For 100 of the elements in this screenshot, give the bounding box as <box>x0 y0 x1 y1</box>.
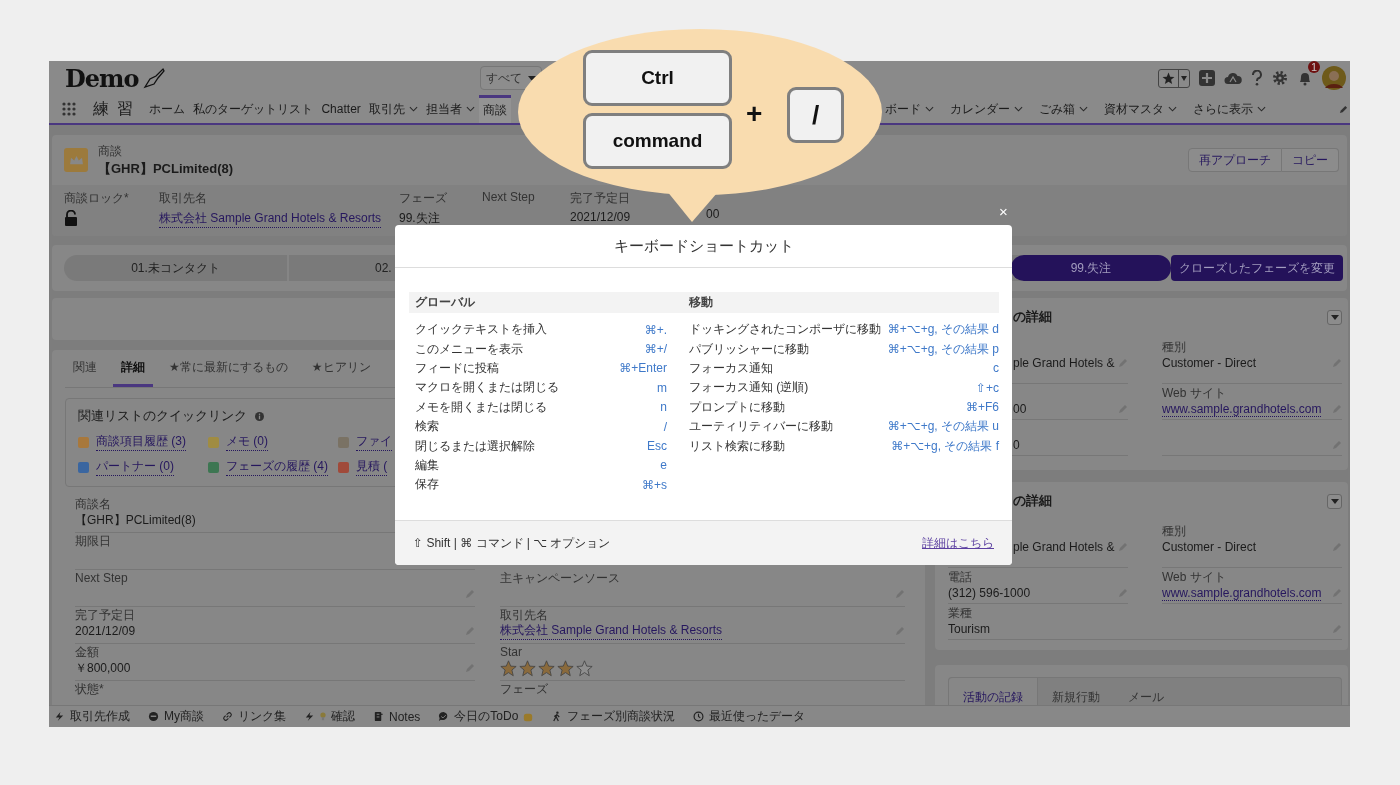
caret-icon <box>1330 498 1339 504</box>
shortcut-action: プロンプトに移動 <box>689 398 785 416</box>
nav-tab[interactable]: 商談 <box>478 95 511 123</box>
change-phase-button[interactable]: クローズしたフェーズを変更 <box>1171 255 1343 281</box>
utility-item[interactable]: 確認 <box>304 708 355 725</box>
quick-link[interactable]: パートナー (0) <box>96 458 174 476</box>
nav-tab[interactable]: 担当者 <box>421 95 479 123</box>
section-heading: グローバル <box>415 294 475 311</box>
caret-icon <box>528 75 536 81</box>
settings-icon[interactable] <box>1272 70 1288 86</box>
pencil-icon[interactable] <box>1339 104 1348 114</box>
shortcut-keys: ⌘+s <box>642 477 667 492</box>
help-icon[interactable] <box>1251 70 1263 86</box>
field-label: 状態* <box>75 682 104 696</box>
field-label: 種別 <box>1162 340 1186 354</box>
nav-tab[interactable]: 私のターゲットリスト <box>189 95 318 123</box>
nav-tab[interactable]: ごみ箱 <box>1031 95 1096 123</box>
utility-item[interactable]: 最近使ったデータ <box>693 708 806 725</box>
shortcut-keys: Esc <box>647 439 667 454</box>
crown-icon <box>64 148 88 172</box>
star-icon <box>557 659 574 677</box>
keycap-tooltip: Ctrl <box>583 50 732 106</box>
path-stage[interactable]: 01.未コンタクト <box>64 255 289 281</box>
plus-icon[interactable] <box>1199 70 1215 86</box>
star-icon <box>538 659 555 677</box>
nav-tab[interactable]: Chatter <box>317 95 365 123</box>
shortcut-action: 検索 <box>415 418 439 436</box>
close-button[interactable]: × <box>999 203 1008 221</box>
field-value: 【GHR】PCLimited(8) <box>75 511 196 529</box>
account-link[interactable]: 株式会社 Sample Grand Hotels & Resorts <box>159 210 382 228</box>
shortcut-action: フォーカス通知 (逆順) <box>689 379 809 397</box>
shortcut-keys: ⌘+⌥+g, その結果 d <box>887 321 999 339</box>
quick-link[interactable]: ファイ <box>356 433 392 451</box>
dropdown-button[interactable] <box>1327 309 1342 325</box>
shortcut-action: このメニューを表示 <box>415 340 523 358</box>
website-link[interactable]: www.sample.grandhotels.com <box>1162 585 1322 601</box>
shortcut-keys: ⇧+c <box>975 380 999 395</box>
nav-tab[interactable]: さらに表示 <box>1185 95 1274 123</box>
utility-item[interactable]: Notes <box>373 709 421 724</box>
utility-item[interactable]: 今日のToDo <box>438 708 534 725</box>
object-label: 商談 <box>98 142 123 160</box>
field-label: Next Step <box>75 571 128 585</box>
app-name: 練 習 <box>93 98 136 119</box>
utility-item[interactable]: 取引先作成 <box>54 708 130 725</box>
detail-tab[interactable]: ★ヒアリン <box>303 350 379 387</box>
nav-tab[interactable]: ボード <box>877 95 942 123</box>
nav-tab[interactable]: 取引先 <box>364 95 422 123</box>
star-icon <box>519 659 536 677</box>
field-value: ￥800,000 <box>75 659 131 677</box>
chat-icon <box>438 711 450 722</box>
plus-sign: + <box>746 98 763 130</box>
shortcut-keys: n <box>660 400 667 415</box>
path-stage[interactable]: 99.失注 <box>1011 255 1171 281</box>
app-launcher-icon[interactable] <box>62 102 76 116</box>
website-link[interactable]: www.sample.grandhotels.com <box>1162 401 1322 417</box>
bolt-icon <box>54 711 65 722</box>
utility-item[interactable]: フェーズ別商談状況 <box>551 708 676 725</box>
shortcut-action: 閉じるまたは選択解除 <box>415 437 535 455</box>
field-label: 期限日 <box>75 534 111 548</box>
notebook-icon <box>373 711 384 722</box>
shortcut-keys: ⌘+⌥+g, その結果 u <box>887 418 999 436</box>
dropdown-button[interactable] <box>1327 493 1342 509</box>
quick-link[interactable]: 商談項目履歴 (3) <box>96 433 186 451</box>
nav-tab[interactable]: 資材マスタ <box>1096 95 1185 123</box>
quick-link[interactable]: フェーズの履歴 (4) <box>226 458 328 476</box>
shortcut-keys: ⌘+/ <box>644 342 667 357</box>
activity-tab[interactable]: 活動の記録 <box>949 678 1038 705</box>
website-link[interactable]: 株式会社 Sample Grand Hotels & Resorts <box>500 622 723 640</box>
quick-link[interactable]: 見積 ( <box>356 458 388 476</box>
cloud-icon[interactable] <box>1224 71 1242 85</box>
field-label: 完了予定日 <box>570 190 630 207</box>
detail-tab[interactable]: 詳細 <box>113 350 153 387</box>
more-info-link[interactable]: 詳細はこちら <box>922 534 994 552</box>
field-value: 0 <box>1013 438 1020 452</box>
action-button[interactable]: コピー <box>1282 148 1339 172</box>
field-label: 取引先名 <box>159 190 207 207</box>
caret-icon <box>1330 314 1339 320</box>
utility-item[interactable]: My商談 <box>148 708 204 725</box>
shortcut-keys: ⌘+⌥+g, その結果 p <box>887 340 999 358</box>
shortcut-action: パブリッシャーに移動 <box>689 340 809 358</box>
caret-icon <box>1179 75 1189 81</box>
shortcut-action: クイックテキストを挿入 <box>415 321 547 339</box>
utility-item[interactable]: リンク集 <box>222 708 286 725</box>
activity-tab[interactable]: メール <box>1114 678 1178 705</box>
action-button[interactable]: 再アプローチ <box>1188 148 1282 172</box>
clock-icon <box>693 711 705 722</box>
shortcut-action: リスト検索に移動 <box>689 437 785 455</box>
detail-tab[interactable]: ★常に最新にするもの <box>161 350 296 387</box>
shortcut-keys: ⌘+Enter <box>619 361 667 376</box>
shortcut-action: マクロを開くまたは閉じる <box>415 379 559 397</box>
favorites-dropdown[interactable] <box>1158 68 1190 88</box>
activity-tab[interactable]: 新規行動 <box>1038 678 1114 705</box>
logo-text: Demo <box>65 63 139 93</box>
nav-tab[interactable]: カレンダー <box>942 95 1031 123</box>
avatar-icon[interactable] <box>1322 66 1346 90</box>
lock-icon <box>64 210 78 226</box>
quick-link[interactable]: メモ (0) <box>226 433 268 451</box>
nav-tab[interactable]: ホーム <box>145 95 190 123</box>
detail-tab[interactable]: 関連 <box>65 350 105 387</box>
bell-icon[interactable] <box>1297 70 1313 86</box>
